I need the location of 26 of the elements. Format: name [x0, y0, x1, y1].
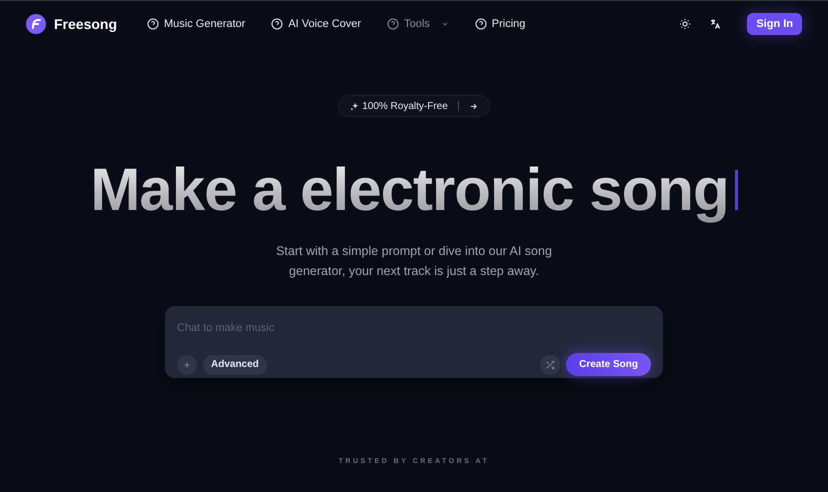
nav-link[interactable]: Pricing — [474, 16, 526, 32]
help-icon — [147, 18, 160, 30]
language-toggle[interactable] — [709, 18, 722, 30]
subtitle: Start with a simple prompt or dive into our AI song generator, your next track is just a step away. — [275, 243, 553, 280]
help-icon — [271, 18, 284, 30]
theme-toggle[interactable] — [679, 18, 692, 30]
nav-link[interactable]: Music Generator — [147, 16, 246, 32]
arrow-right-icon — [468, 102, 478, 110]
sparkle-icon — [350, 102, 360, 110]
sign-in-button[interactable]: Sign In — [747, 13, 802, 35]
royalty-free-badge[interactable]: 100% Royalty-Free — [338, 95, 490, 117]
prompt-input[interactable]: Chat to make music — [177, 320, 651, 336]
brand-name: Freesong — [54, 14, 118, 34]
plus-icon — [183, 360, 191, 368]
logo-icon — [26, 14, 46, 34]
nav-link[interactable]: AI Voice Cover — [271, 16, 362, 32]
help-icon — [474, 18, 487, 30]
shuffle-icon — [545, 360, 556, 370]
text-cursor — [734, 170, 738, 210]
sun-icon — [679, 18, 692, 30]
add-button[interactable] — [177, 354, 197, 374]
create-song-button[interactable]: Create Song — [566, 353, 651, 376]
help-icon — [387, 18, 400, 30]
advanced-button[interactable]: Advanced — [203, 354, 267, 374]
translate-icon — [709, 18, 722, 30]
shuffle-button[interactable] — [540, 354, 560, 374]
